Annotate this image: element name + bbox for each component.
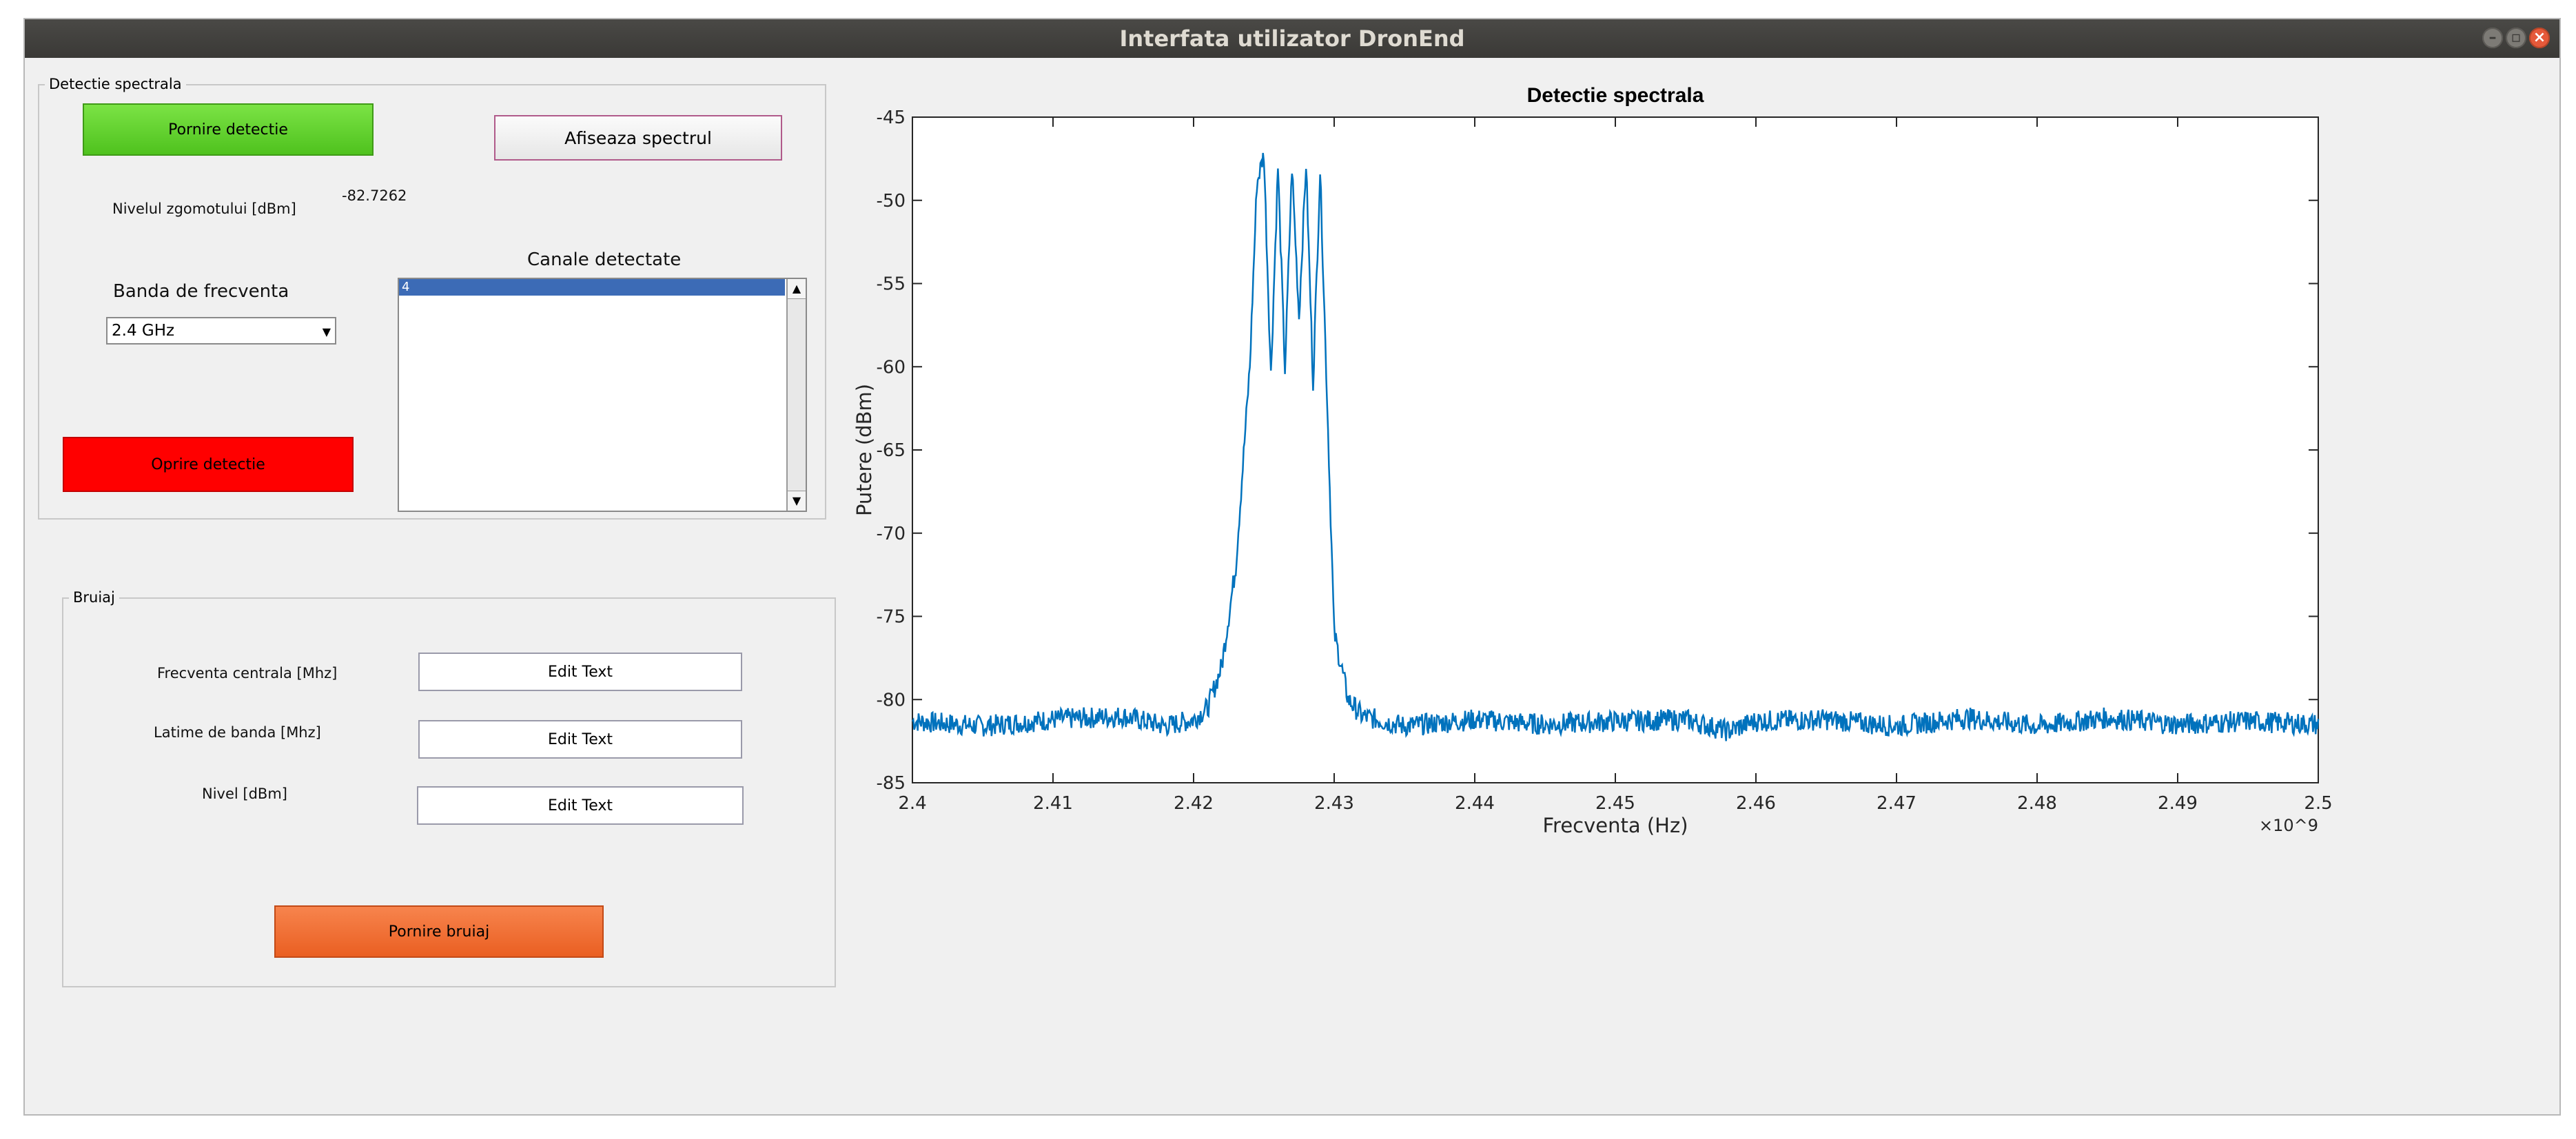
y-tick-label: -60 [877, 357, 906, 378]
channels-label: Canale detectate [527, 249, 682, 270]
jamming-panel-title: Bruiaj [69, 589, 119, 606]
scrollbar[interactable]: ▲ ▼ [786, 279, 806, 511]
detection-panel-title: Detectie spectrala [45, 76, 186, 92]
x-tick-label: 2.49 [2158, 793, 2198, 814]
y-tick-label: -75 [877, 607, 906, 628]
x-tick-label: 2.48 [2017, 793, 2057, 814]
close-icon[interactable]: × [2529, 28, 2550, 48]
start-detection-button[interactable]: Pornire detectie [83, 103, 374, 156]
level-label: Nivel [dBm] [202, 786, 287, 802]
y-tick-label: -85 [877, 773, 906, 794]
level-input[interactable] [417, 786, 744, 825]
channels-listbox[interactable]: 4 ▲ ▼ [398, 278, 807, 512]
x-axis-label: Frecventa (Hz) [1542, 814, 1688, 837]
show-spectrum-button[interactable]: Afiseaza spectrul [494, 115, 782, 161]
x-tick-label: 2.42 [1174, 793, 1214, 814]
window-title: Interfata utilizator DronEnd [1119, 25, 1465, 52]
scroll-down-icon[interactable]: ▼ [788, 491, 806, 511]
y-tick-label: -50 [877, 191, 906, 212]
center-frequency-label: Frecventa centrala [Mhz] [157, 665, 338, 681]
start-jamming-button[interactable]: Pornire bruiaj [274, 905, 604, 958]
y-tick-label: -80 [877, 690, 906, 710]
noise-level-label: Nivelul zgomotului [dBm] [112, 201, 296, 217]
y-tick-label: -45 [877, 107, 906, 128]
band-label: Banda de frecventa [113, 281, 289, 302]
x-tick-label: 2.4 [898, 793, 926, 814]
title-bar: Interfata utilizator DronEnd – ▫ × [25, 19, 2559, 58]
scroll-up-icon[interactable]: ▲ [788, 279, 806, 299]
x-tick-label: 2.5 [2304, 793, 2332, 814]
x-exponent-label: ×10^9 [2259, 816, 2318, 835]
y-tick-label: -70 [877, 524, 906, 544]
minimize-icon[interactable]: – [2482, 28, 2503, 48]
app-window: Interfata utilizator DronEnd – ▫ × Detec… [23, 18, 2561, 1116]
x-tick-label: 2.46 [1736, 793, 1776, 814]
stop-detection-button[interactable]: Oprire detectie [63, 437, 354, 492]
x-tick-label: 2.41 [1033, 793, 1073, 814]
spectrum-chart: Detectie spectrala 2.4 2.41 2.42 2.43 2.44 2.… [852, 84, 2333, 837]
plot-area [912, 116, 2319, 783]
y-tick-label: -65 [877, 440, 906, 461]
band-select[interactable]: 2.4 GHz ▼ [106, 317, 336, 345]
chevron-down-icon: ▼ [322, 325, 331, 338]
maximize-icon[interactable]: ▫ [2506, 28, 2526, 48]
bandwidth-label: Latime de banda [Mhz] [154, 724, 321, 741]
x-tick-label: 2.43 [1314, 793, 1354, 814]
chart-title: Detectie spectrala [1527, 84, 1704, 107]
bandwidth-input[interactable] [418, 720, 742, 759]
y-tick-label: -55 [877, 274, 906, 295]
band-select-value: 2.4 GHz [112, 322, 175, 340]
center-frequency-input[interactable] [418, 653, 742, 691]
x-tick-label: 2.45 [1595, 793, 1635, 814]
noise-level-value: -82.7262 [342, 187, 407, 204]
x-tick-label: 2.47 [1877, 793, 1916, 814]
list-item[interactable]: 4 [399, 279, 785, 296]
x-tick-label: 2.44 [1455, 793, 1495, 814]
y-axis-label: Putere (dBm) [852, 384, 876, 516]
